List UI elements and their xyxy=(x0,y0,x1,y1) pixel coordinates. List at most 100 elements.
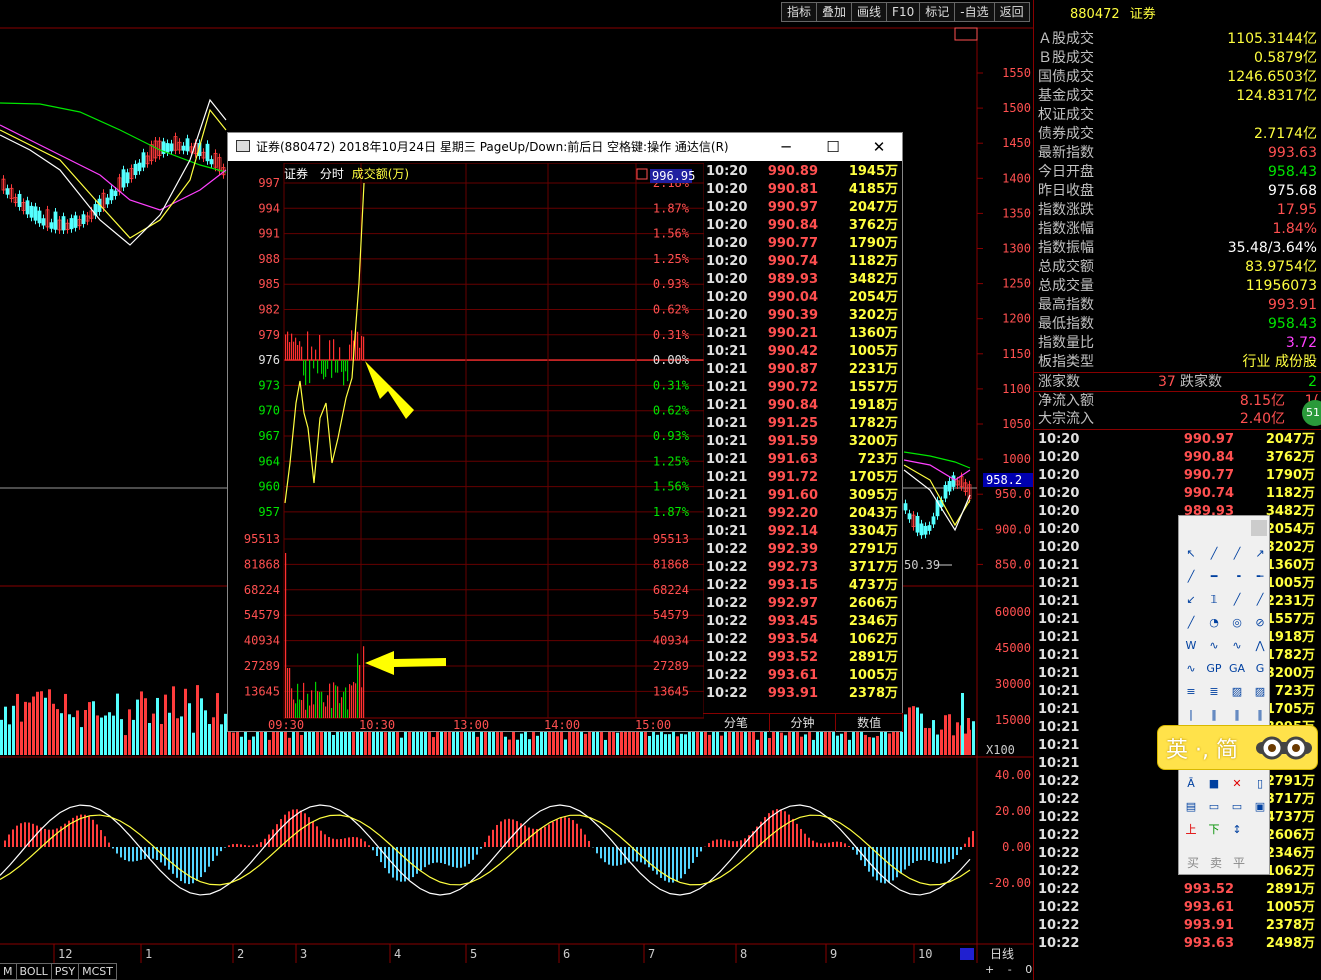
macd-bar xyxy=(580,828,582,847)
draw-tool-icon[interactable]: ▨ xyxy=(1250,682,1270,702)
draw-tool-icon[interactable] xyxy=(1250,820,1270,840)
drawing-tools-palette[interactable]: ↖╱╱↗╱━╺╾↙𝟙╱╱╱◔◎⊘W∿∿⋀∿GPGAG≡≣▨▨|‖‖‖╲╲╲╲•↑… xyxy=(1178,515,1270,875)
popup-tick-list[interactable]: 10:20 990.89 1945万 10:20 990.81 4185万 10:20 990… xyxy=(704,163,902,703)
draw-tool-icon[interactable]: ∿ xyxy=(1227,636,1247,656)
stat-value: 行业 成份股 xyxy=(1242,354,1317,370)
intraday-tick-bar xyxy=(309,360,311,384)
toolbar-draw-button[interactable]: 画线 xyxy=(851,2,888,22)
draw-tool-icon[interactable]: ━ xyxy=(1204,567,1224,587)
popup-tick-time: 10:22 xyxy=(706,686,748,701)
draw-tool-icon[interactable]: ▨ xyxy=(1227,682,1247,702)
draw-tool-icon[interactable]: ↖ xyxy=(1181,544,1201,564)
draw-tool-icon[interactable]: ▯ xyxy=(1250,774,1270,794)
volume-bar xyxy=(756,739,759,755)
draw-tool-icon[interactable]: ▭ xyxy=(1227,797,1247,817)
draw-tool-icon[interactable]: ╺ xyxy=(1227,567,1247,587)
trade-label[interactable]: 买 xyxy=(1183,854,1203,871)
draw-tool-icon[interactable]: ╱ xyxy=(1227,590,1247,610)
draw-tool-icon[interactable]: 下 xyxy=(1204,820,1224,840)
trade-label[interactable]: 平 xyxy=(1229,854,1249,871)
draw-tool-icon[interactable]: ▤ xyxy=(1181,797,1201,817)
draw-tool-icon[interactable]: ⊘ xyxy=(1250,613,1270,633)
indicator-tab-mcst[interactable]: MCST xyxy=(78,963,117,980)
draw-tool-icon[interactable]: ‖ xyxy=(1227,705,1247,725)
macd-bar xyxy=(308,817,310,847)
draw-tool-icon[interactable]: ╾ xyxy=(1250,567,1270,587)
indicator-tab-boll[interactable]: BOLL xyxy=(15,963,52,980)
draw-tool-icon[interactable]: ◎ xyxy=(1227,613,1247,633)
close-icon[interactable]: ✕ xyxy=(856,133,902,161)
tab-minutes[interactable]: 分钟 xyxy=(770,714,837,732)
maximize-icon[interactable]: ☐ xyxy=(810,133,856,161)
toolbar-overlay-button[interactable]: 叠加 xyxy=(816,2,853,22)
draw-tool-icon[interactable]: ■ xyxy=(1204,774,1224,794)
minimize-icon[interactable]: ─ xyxy=(763,133,809,161)
draw-tool-icon[interactable]: 𝟙 xyxy=(1204,590,1224,610)
draw-tool-icon[interactable]: ↗ xyxy=(1250,544,1270,564)
draw-tool-icon[interactable]: ∿ xyxy=(1181,659,1201,679)
draw-tool-icon[interactable]: ∿ xyxy=(1204,636,1224,656)
draw-tool-icon[interactable]: ╱ xyxy=(1181,613,1201,633)
indicator-tab-psy[interactable]: PSY xyxy=(50,963,80,980)
stat-row: 指数涨跌 17.95 xyxy=(1034,201,1321,220)
volume-bar xyxy=(212,717,215,755)
volume-bar xyxy=(196,685,199,755)
intraday-pct-label: 1.87% xyxy=(653,201,690,215)
toolbar-f10-button[interactable]: F10 xyxy=(886,2,921,22)
draw-tool-icon[interactable]: | xyxy=(1181,705,1201,725)
popup-titlebar[interactable]: 证券(880472) 2018年10月24日 星期三 PageUp/Down:前… xyxy=(228,133,902,161)
trade-label[interactable]: 卖 xyxy=(1206,854,1226,871)
badge-51[interactable]: 51 xyxy=(1302,400,1321,426)
draw-tool-icon[interactable]: ╱ xyxy=(1204,544,1224,564)
ime-toolbar[interactable]: 英 ·, 简 xyxy=(1157,725,1318,770)
tab-values[interactable]: 数值 xyxy=(836,714,904,732)
macd-bar xyxy=(220,847,222,852)
draw-tool-icon[interactable]: ╱ xyxy=(1227,544,1247,564)
toolbar-mark-button[interactable]: 标记 xyxy=(919,2,956,22)
indicator-tab-m[interactable]: M xyxy=(0,963,17,980)
draw-tool-icon[interactable]: ↕ xyxy=(1227,820,1247,840)
draw-tool-icon[interactable]: ‖ xyxy=(1204,705,1224,725)
zoom-in-button[interactable]: + xyxy=(985,963,994,976)
palette-close-icon[interactable] xyxy=(1251,520,1267,536)
draw-tool-icon[interactable]: ‖ xyxy=(1250,705,1270,725)
draw-tool-icon[interactable]: GP xyxy=(1204,659,1224,679)
toolbar-back-button[interactable]: 返回 xyxy=(993,2,1030,22)
tab-ticks[interactable]: 分笔 xyxy=(703,714,770,732)
volume-bar xyxy=(188,703,191,755)
draw-tool-icon[interactable]: ≣ xyxy=(1204,682,1224,702)
draw-tool-icon[interactable]: W xyxy=(1181,636,1201,656)
intraday-popup-window[interactable]: 证券(880472) 2018年10月24日 星期三 PageUp/Down:前… xyxy=(227,132,904,733)
macd-bar xyxy=(152,847,154,859)
intraday-pct-label: 0.31% xyxy=(653,378,690,392)
toolbar-indicator-button[interactable]: 指标 xyxy=(781,2,818,22)
macd-bar xyxy=(424,847,426,868)
popup-tick-price: 990.84 xyxy=(767,218,818,233)
draw-tool-icon[interactable]: ╱ xyxy=(1250,590,1270,610)
stat-label: 总成交额 xyxy=(1038,259,1094,275)
macd-bar xyxy=(512,819,514,847)
zoom-out-button[interactable]: - xyxy=(1008,963,1012,976)
draw-tool-icon[interactable]: ⋀ xyxy=(1250,636,1270,656)
intraday-time-label: 15:00 xyxy=(635,718,671,732)
candle-body xyxy=(105,197,110,205)
tick-time: 10:21 xyxy=(1038,630,1080,645)
draw-tool-icon[interactable]: ▭ xyxy=(1204,797,1224,817)
draw-tool-icon[interactable]: G xyxy=(1250,659,1270,679)
zoom-reset-button[interactable]: 0 xyxy=(1025,963,1032,976)
macd-bar xyxy=(236,843,238,847)
toolbar-remove-watchlist-button[interactable]: -自选 xyxy=(954,2,995,22)
draw-tool-icon[interactable]: GA xyxy=(1227,659,1247,679)
draw-tool-icon[interactable]: Ā xyxy=(1181,774,1201,794)
period-label[interactable]: 日线 xyxy=(990,945,1014,962)
draw-tool-icon[interactable]: ✕ xyxy=(1227,774,1247,794)
draw-tool-icon[interactable]: ≡ xyxy=(1181,682,1201,702)
intraday-chart[interactable]: 9972.18%9941.87%9911.56%9881.25%9850.93%… xyxy=(228,163,704,733)
draw-tool-icon[interactable]: 上 xyxy=(1181,820,1201,840)
draw-tool-icon[interactable]: ▣ xyxy=(1250,797,1270,817)
draw-tool-icon[interactable]: ╱ xyxy=(1181,567,1201,587)
macd-bar xyxy=(616,847,618,866)
draw-tool-icon[interactable]: ◔ xyxy=(1204,613,1224,633)
draw-tool-icon[interactable]: ↙ xyxy=(1181,590,1201,610)
tick-price: 990.97 xyxy=(1183,432,1234,447)
